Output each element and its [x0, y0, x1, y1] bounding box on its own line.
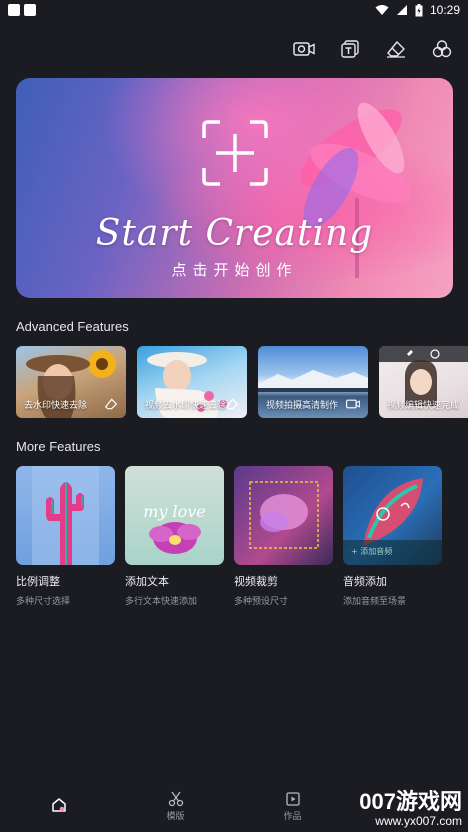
more-item-name: 比例调整	[16, 575, 60, 588]
advanced-item-watermark-remove[interactable]: 去水印快速去除	[16, 346, 126, 418]
advanced-item-label: 视频去水印快速去除	[145, 401, 227, 411]
notification-icon	[24, 4, 36, 16]
crop-flower-thumbnail	[234, 466, 333, 565]
nav-label: 模版	[166, 811, 185, 822]
nav-label: 作品	[283, 811, 302, 822]
notification-icon	[8, 4, 20, 16]
advanced-item-label: 视频拍摄高清制作	[266, 401, 339, 411]
more-item-aspect-ratio[interactable]: 比例调整 多种尺寸选择	[16, 466, 115, 607]
add-frame-icon	[202, 120, 268, 186]
nav-templates[interactable]: 模版	[136, 791, 216, 822]
advanced-item-video-watermark[interactable]: 视频去水印快速去除	[137, 346, 247, 418]
battery-icon	[415, 3, 423, 16]
advanced-features-title: Advanced Features	[16, 319, 129, 334]
top-toolbar	[292, 36, 454, 62]
play-box-icon	[285, 791, 300, 806]
watermark-main: 007游戏网	[359, 789, 462, 814]
more-features-title: More Features	[16, 439, 101, 454]
add-audio-overlay: + 添加音频	[351, 547, 393, 556]
advanced-features-list: 去水印快速去除 视频去水印快速去除 视频拍摄高清制作 视频编辑快速完成	[16, 346, 468, 418]
clock: 10:29	[429, 3, 460, 17]
eraser-icon[interactable]	[384, 37, 408, 61]
advanced-item-video-shoot[interactable]: 视频拍摄高清制作	[258, 346, 368, 418]
script-overlay-text: my love	[143, 502, 206, 521]
orchid-thumbnail: my love	[125, 466, 224, 565]
more-item-desc: 添加音频至场景	[343, 597, 407, 607]
advanced-item-label: 去水印快速去除	[24, 401, 88, 411]
more-item-name: 添加文本	[125, 575, 169, 588]
colorful-leaf-thumbnail: + 添加音频	[343, 466, 442, 565]
hero-title: Start Creating	[95, 213, 374, 254]
more-item-video-crop[interactable]: 视频裁剪 多种预设尺寸	[234, 466, 333, 607]
more-item-name: 音频添加	[343, 575, 387, 588]
status-bar: 10:29	[0, 0, 468, 20]
wifi-icon	[375, 5, 389, 15]
site-watermark: 007游戏网 www.yx007.com	[359, 784, 462, 828]
video-camera-icon[interactable]	[292, 37, 316, 61]
more-item-desc: 多种预设尺寸	[234, 597, 289, 607]
eraser-icon	[225, 398, 239, 410]
cactus-thumbnail	[16, 466, 115, 565]
start-creating-banner[interactable]: Start Creating 点击开始创作	[16, 78, 453, 298]
more-item-name: 视频裁剪	[234, 575, 278, 588]
signal-icon	[396, 5, 407, 15]
more-item-desc: 多种尺寸选择	[16, 597, 71, 607]
advanced-item-video-edit[interactable]: 视频编辑快速完成	[379, 346, 468, 418]
more-features-list: 比例调整 多种尺寸选择 my love 添加文本 多行文本快速添加 视频裁剪 多…	[16, 466, 468, 616]
more-item-audio-add[interactable]: + 添加音频 音频添加 添加音频至场景	[343, 466, 442, 607]
nav-home[interactable]	[19, 797, 99, 815]
three-circles-icon[interactable]	[430, 37, 454, 61]
more-item-desc: 多行文本快速添加	[125, 597, 198, 607]
home-icon	[51, 798, 66, 812]
notification-icons	[8, 4, 36, 16]
watermark-url: www.yx007.com	[375, 814, 462, 828]
more-item-add-text[interactable]: my love 添加文本 多行文本快速添加	[125, 466, 224, 607]
hero-subtitle: 点击开始创作	[171, 261, 298, 279]
eraser-icon	[104, 398, 118, 410]
text-frame-icon[interactable]	[338, 37, 362, 61]
scissors-icon	[168, 791, 183, 806]
advanced-item-label: 视频编辑快速完成	[387, 401, 460, 411]
camera-icon	[346, 399, 360, 409]
nav-works[interactable]: 作品	[253, 791, 333, 822]
